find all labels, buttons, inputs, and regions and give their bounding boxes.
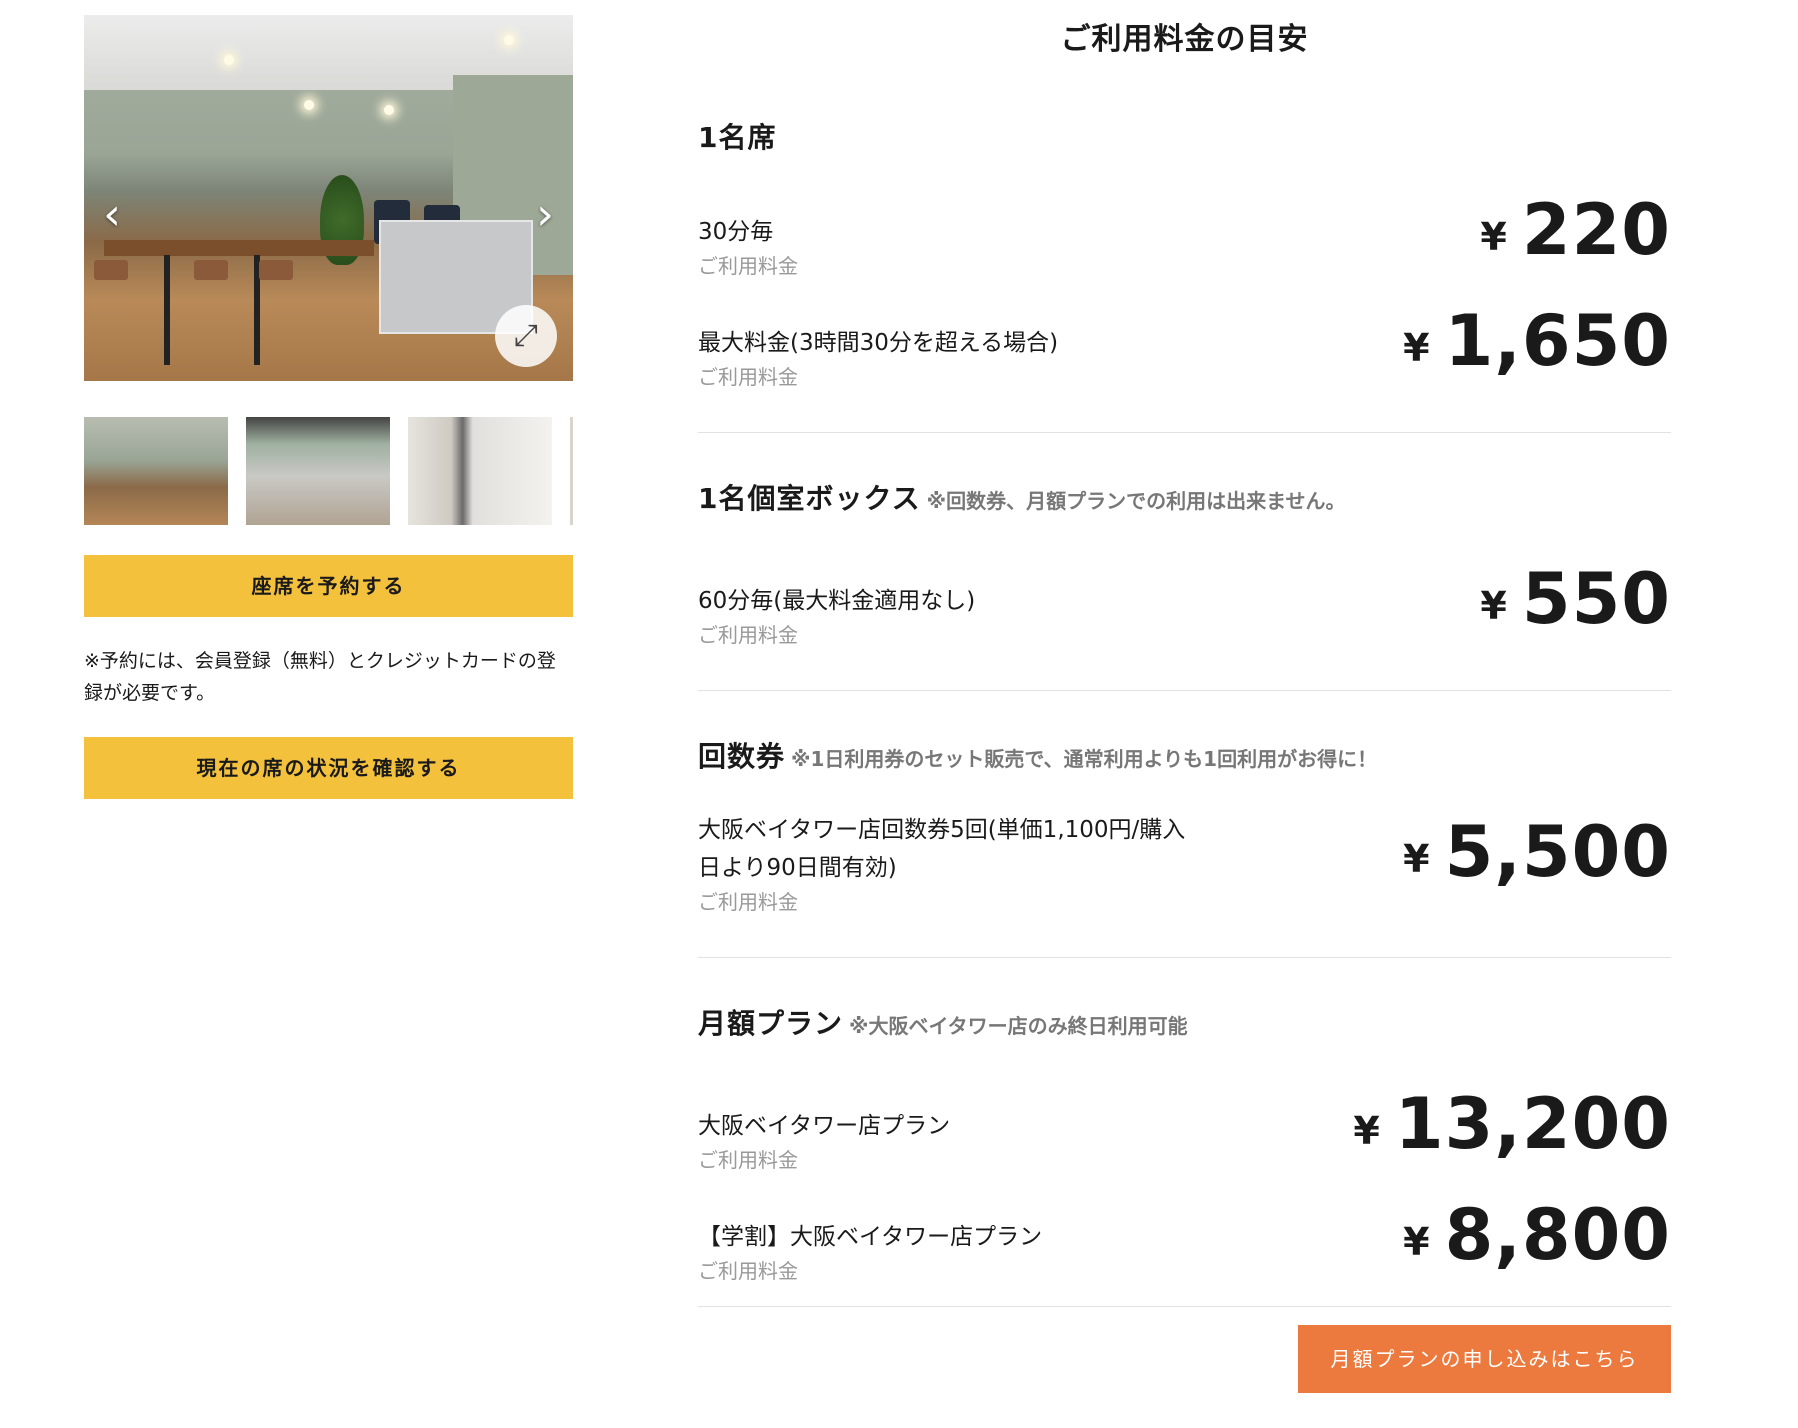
thumbnail[interactable] [408, 417, 552, 525]
photo-light [224, 55, 234, 65]
photo-desk-leg [164, 255, 170, 365]
yen-symbol: ¥ [1480, 584, 1508, 628]
price-row: 60分毎(最大料金適用なし) ご利用料金 ¥550 [698, 559, 1671, 650]
price-sublabel: ご利用料金 [698, 623, 798, 647]
gallery-next-button[interactable]: › [527, 191, 563, 239]
price-amount: 550 [1521, 558, 1671, 640]
price-label: 60分毎(最大料金適用なし) [698, 588, 976, 614]
yen-symbol: ¥ [1403, 1220, 1431, 1264]
price-value: ¥13,200 [1353, 1084, 1671, 1175]
reserve-seat-button[interactable]: 座席を予約する [84, 555, 573, 617]
gallery-prev-button[interactable]: ‹ [94, 191, 130, 239]
pricing-section-coupon: 回数券 ※1日利用券のセット販売で、通常利用よりも1回利用がお得に！ 大阪ベイタワ… [698, 735, 1671, 958]
price-amount: 1,650 [1444, 300, 1671, 382]
pricing-section-monthly: 月額プラン ※大阪ベイタワー店のみ終日利用可能 大阪ベイタワー店プラン ご利用料金… [698, 1002, 1671, 1307]
section-title-text: 回数券 [698, 740, 786, 773]
price-row: 【学割】大阪ベイタワー店プラン ご利用料金 ¥8,800 [698, 1195, 1671, 1286]
price-label: 【学割】大阪ベイタワー店プラン [698, 1224, 1043, 1250]
expand-icon[interactable]: ⤢ [495, 305, 557, 367]
reservation-note: ※予約には、会員登録（無料）とクレジットカードの登録が必要です。 [84, 650, 556, 704]
page-title: ご利用料金の目安 [1060, 22, 1309, 57]
price-amount: 8,800 [1444, 1194, 1671, 1276]
price-value: ¥8,800 [1403, 1195, 1671, 1286]
section-note: ※回数券、月額プランでの利用は出来ません。 [926, 489, 1346, 513]
price-label: 30分毎 [698, 219, 774, 245]
price-amount: 220 [1521, 189, 1671, 271]
section-note: ※大阪ベイタワー店のみ終日利用可能 [849, 1014, 1188, 1038]
pricing-section-private-box: 1名個室ボックス ※回数券、月額プランでの利用は出来ません。 60分毎(最大料金適… [698, 477, 1671, 691]
price-value: ¥550 [1480, 559, 1671, 650]
section-title: 1名席 [698, 116, 1671, 156]
price-label: 大阪ベイタワー店回数券5回(単価1,100円/購入日より90日間有効) [698, 817, 1186, 881]
yen-symbol: ¥ [1480, 215, 1508, 259]
price-value: ¥220 [1480, 190, 1671, 281]
section-title-text: 月額プラン [698, 1007, 844, 1040]
price-label: 大阪ベイタワー店プラン [698, 1113, 951, 1139]
thumbnail[interactable] [84, 417, 228, 525]
photo-stool [94, 260, 128, 280]
pricing-panel: ご利用料金の目安 1名席 30分毎 ご利用料金 ¥220 最大料金(3時間30分… [698, 0, 1671, 1393]
section-title-text: 1名席 [698, 121, 777, 154]
section-title: 月額プラン ※大阪ベイタワー店のみ終日利用可能 [698, 1002, 1671, 1042]
photo-light [304, 100, 314, 110]
photo-stool [194, 260, 228, 280]
price-sublabel: ご利用料金 [698, 890, 798, 914]
yen-symbol: ¥ [1403, 837, 1431, 881]
photo-stool [259, 260, 293, 280]
apply-button-wrap: 月額プランの申し込みはこちら [698, 1307, 1671, 1393]
section-title-text: 1名個室ボックス [698, 482, 921, 515]
thumbnail[interactable] [570, 417, 573, 525]
price-sublabel: ご利用料金 [698, 1148, 798, 1172]
thumbnail-strip [84, 417, 573, 525]
price-row: 最大料金(3時間30分を超える場合) ご利用料金 ¥1,650 [698, 301, 1671, 392]
price-row: 大阪ベイタワー店プラン ご利用料金 ¥13,200 [698, 1084, 1671, 1175]
price-value: ¥1,650 [1403, 301, 1671, 392]
price-sublabel: ご利用料金 [698, 1259, 798, 1283]
left-column: ‹ › ⤢ 座席を予約する ※予約には、会員登録（無料）とクレジットカードの登録… [84, 15, 573, 799]
photo-light [504, 35, 514, 45]
photo-light [384, 105, 394, 115]
monthly-plan-apply-button[interactable]: 月額プランの申し込みはこちら [1298, 1325, 1671, 1393]
check-seat-status-button[interactable]: 現在の席の状況を確認する [84, 737, 573, 799]
yen-symbol: ¥ [1403, 326, 1431, 370]
price-row: 30分毎 ご利用料金 ¥220 [698, 190, 1671, 281]
section-note: ※1日利用券のセット販売で、通常利用よりも1回利用がお得に！ [791, 747, 1378, 771]
thumbnail[interactable] [246, 417, 390, 525]
pricing-section-single-seat: 1名席 30分毎 ご利用料金 ¥220 最大料金(3時間30分を超える場合) ご… [698, 116, 1671, 433]
price-amount: 13,200 [1394, 1083, 1671, 1165]
price-label: 最大料金(3時間30分を超える場合) [698, 330, 1059, 356]
photo-desk [104, 240, 374, 256]
price-row: 大阪ベイタワー店回数券5回(単価1,100円/購入日より90日間有効) ご利用料… [698, 811, 1671, 917]
price-sublabel: ご利用料金 [698, 254, 798, 278]
section-title: 1名個室ボックス ※回数券、月額プランでの利用は出来ません。 [698, 477, 1671, 517]
section-title: 回数券 ※1日利用券のセット販売で、通常利用よりも1回利用がお得に！ [698, 735, 1671, 775]
price-sublabel: ご利用料金 [698, 365, 798, 389]
yen-symbol: ¥ [1353, 1109, 1381, 1153]
price-value: ¥5,500 [1403, 812, 1671, 903]
price-amount: 5,500 [1444, 811, 1671, 893]
main-photo: ‹ › ⤢ [84, 15, 573, 381]
